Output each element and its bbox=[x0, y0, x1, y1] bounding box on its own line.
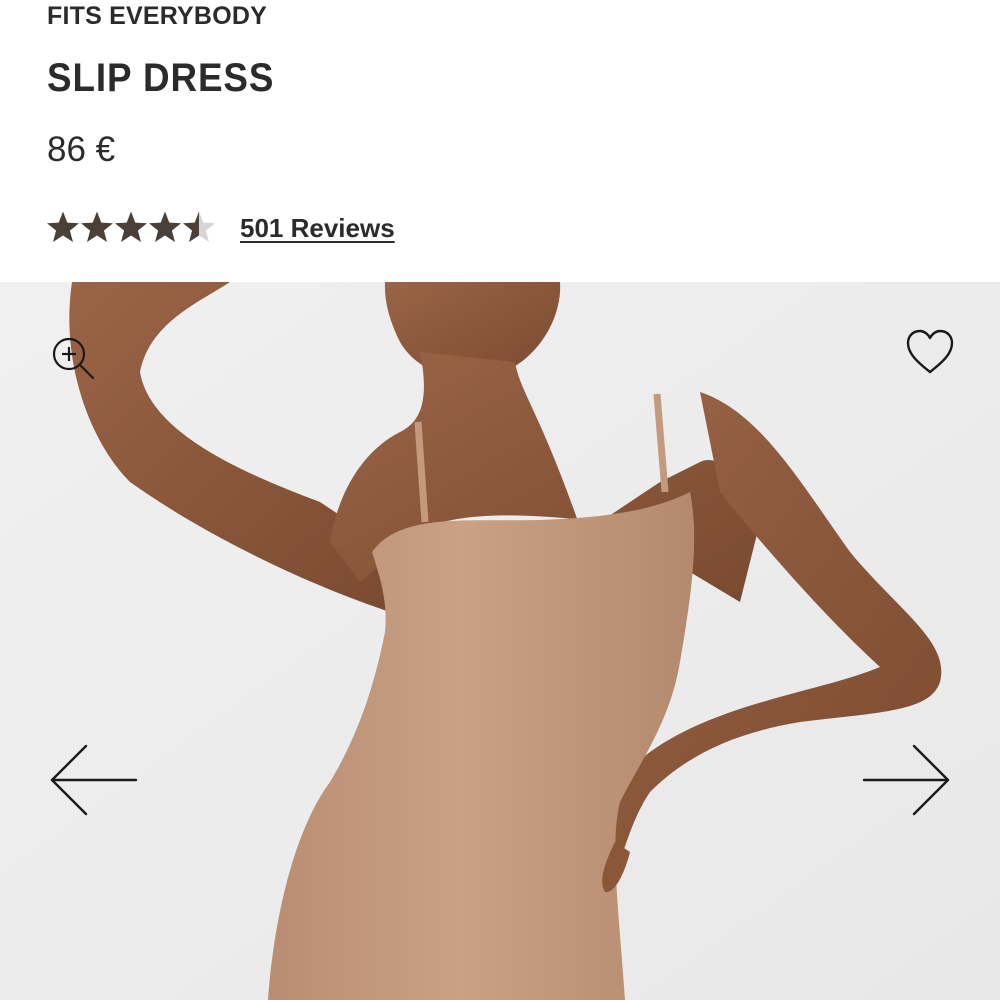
product-title: SLIP DRESS bbox=[47, 56, 275, 100]
heart-icon bbox=[906, 329, 954, 374]
zoom-in-icon bbox=[52, 337, 95, 380]
star-half-icon bbox=[183, 211, 215, 242]
reviews-link[interactable]: 501 Reviews bbox=[240, 213, 395, 244]
product-price: 86 € bbox=[47, 130, 116, 169]
product-rating: 501 Reviews bbox=[46, 208, 395, 248]
next-image-button[interactable] bbox=[858, 740, 956, 820]
previous-image-button[interactable] bbox=[44, 740, 142, 820]
star-icon bbox=[81, 211, 113, 242]
arrow-left-icon bbox=[50, 744, 138, 816]
star-rating-icon bbox=[47, 211, 215, 242]
star-icon bbox=[115, 211, 147, 242]
product-header: FITS EVERYBODY SLIP DRESS 86 € 501 Revie… bbox=[0, 0, 1000, 282]
rating-stars bbox=[46, 210, 218, 246]
favorite-button[interactable] bbox=[902, 326, 958, 378]
product-image bbox=[0, 282, 1000, 1000]
star-icon bbox=[149, 211, 181, 242]
zoom-button[interactable] bbox=[47, 332, 101, 386]
star-icon bbox=[47, 211, 79, 242]
arrow-right-icon bbox=[862, 744, 950, 816]
product-brand: FITS EVERYBODY bbox=[47, 2, 267, 30]
product-gallery[interactable] bbox=[0, 282, 1000, 1000]
